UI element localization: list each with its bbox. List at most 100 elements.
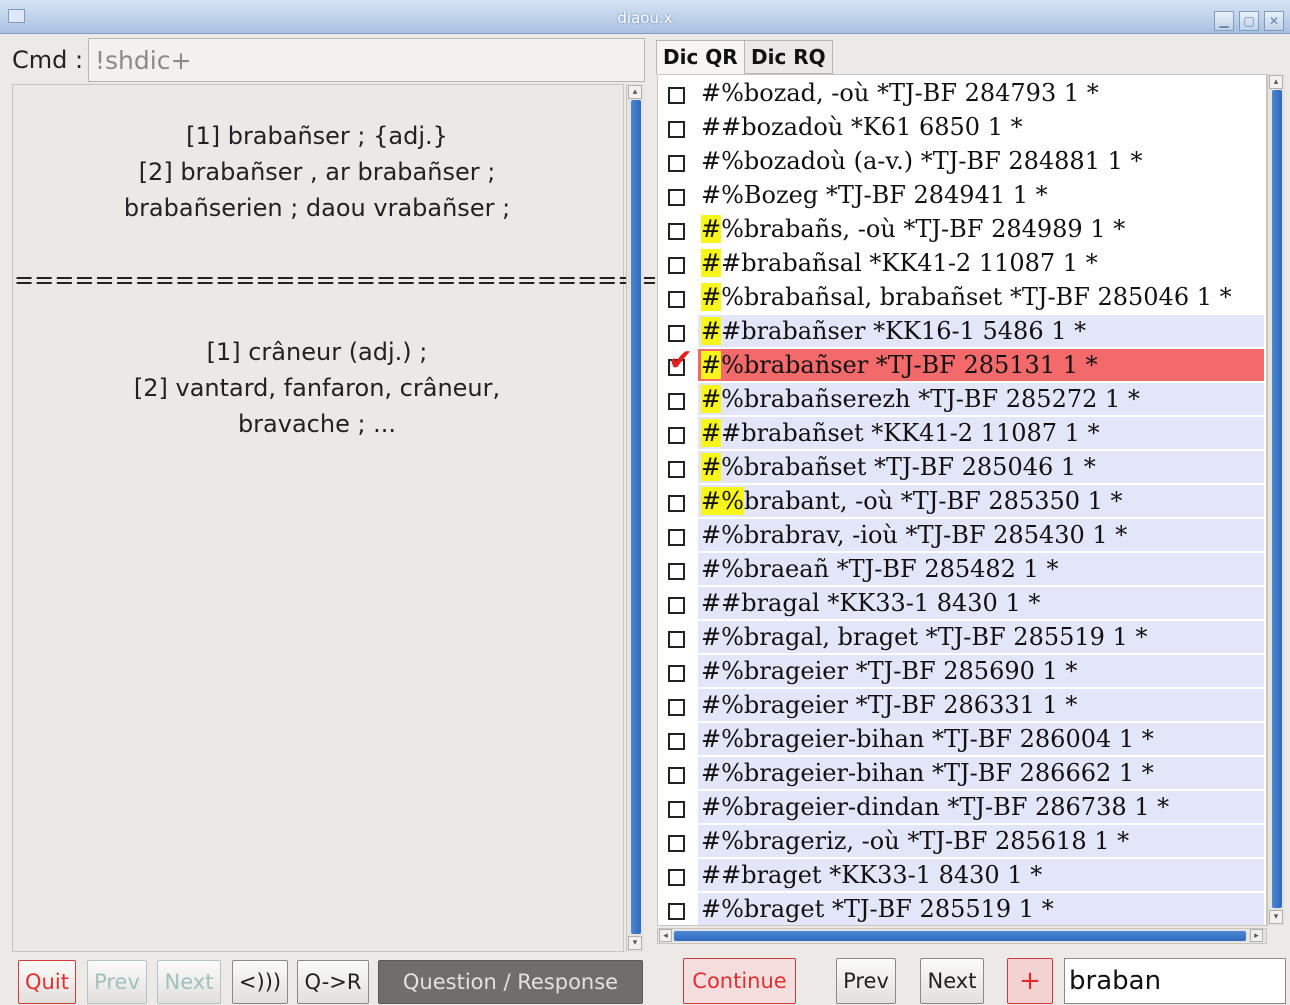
continue-button[interactable]: Continue bbox=[683, 958, 796, 1004]
list-item[interactable]: ✔ #%brabañser *TJ-BF 285131 1 * bbox=[658, 343, 1264, 381]
row-checkbox[interactable] bbox=[668, 189, 685, 206]
prev-button-left[interactable]: Prev bbox=[87, 960, 147, 1004]
list-item[interactable]: #%braeañ *TJ-BF 285482 1 * bbox=[658, 553, 1264, 585]
list-item[interactable]: #%bozad, -où *TJ-BF 284793 1 * bbox=[658, 77, 1264, 109]
row-checkbox[interactable] bbox=[668, 461, 685, 478]
row-checkbox[interactable] bbox=[668, 121, 685, 138]
scroll-thumb[interactable] bbox=[631, 100, 641, 934]
tab-dic-qr[interactable]: Dic QR bbox=[656, 40, 745, 74]
list-item[interactable]: #%brabañs, -où *TJ-BF 284989 1 * bbox=[658, 213, 1264, 245]
row-checkbox[interactable] bbox=[668, 325, 685, 342]
scroll-left-icon[interactable]: ◂ bbox=[659, 929, 672, 942]
row-checkbox[interactable] bbox=[668, 835, 685, 852]
row-text: ##bozadoù *K61 6850 1 * bbox=[701, 113, 1023, 141]
row-checkbox[interactable] bbox=[668, 665, 685, 682]
row-text: #%braget *TJ-BF 285519 1 * bbox=[701, 895, 1054, 923]
row-checkbox[interactable] bbox=[668, 699, 685, 716]
definition-line: brabañserien ; daou vrabañser ; bbox=[123, 194, 511, 222]
audio-button[interactable]: <))) bbox=[232, 960, 288, 1004]
row-text: #%brabañset *TJ-BF 285046 1 * bbox=[701, 453, 1096, 481]
list-item[interactable]: ##brabañser *KK16-1 5486 1 * bbox=[658, 315, 1264, 347]
row-checkbox[interactable] bbox=[668, 155, 685, 172]
row-checkbox[interactable] bbox=[668, 223, 685, 240]
definition-line: [2] brabañser , ar brabañser ; bbox=[138, 158, 496, 186]
list-item[interactable]: #%bragal, braget *TJ-BF 285519 1 * bbox=[658, 621, 1264, 653]
list-item[interactable]: #%brageier *TJ-BF 285690 1 * bbox=[658, 655, 1264, 687]
definition-text: [1] brabañser ; {adj.} [2] brabañser , a… bbox=[14, 118, 658, 442]
row-checkbox[interactable] bbox=[668, 903, 685, 920]
separator-line: ================================ bbox=[14, 266, 658, 294]
close-icon[interactable]: ✕ bbox=[1264, 11, 1284, 31]
title-bar: diaou.x ▁ ▢ ✕ bbox=[0, 0, 1290, 34]
row-text: #%brabañs, -où *TJ-BF 284989 1 * bbox=[701, 215, 1126, 243]
row-checkbox[interactable] bbox=[668, 869, 685, 886]
list-item[interactable]: #%brageier *TJ-BF 286331 1 * bbox=[658, 689, 1264, 721]
next-button-left[interactable]: Next bbox=[157, 960, 221, 1004]
list-item[interactable]: #%brageier-bihan *TJ-BF 286004 1 * bbox=[658, 723, 1264, 755]
row-checkbox[interactable] bbox=[668, 257, 685, 274]
right-scrollbar[interactable]: ▴ ▾ bbox=[1267, 74, 1285, 926]
question-response-button[interactable]: Question / Response bbox=[378, 960, 643, 1004]
list-item[interactable]: #%Bozeg *TJ-BF 284941 1 * bbox=[658, 179, 1264, 211]
entry-list: #%bozad, -où *TJ-BF 284793 1 * ##bozadoù … bbox=[657, 74, 1267, 926]
row-text: #%brabañserezh *TJ-BF 285272 1 * bbox=[701, 385, 1140, 413]
row-text: #%brageier-dindan *TJ-BF 286738 1 * bbox=[701, 793, 1170, 821]
add-button[interactable]: + bbox=[1007, 958, 1053, 1004]
list-item[interactable]: #%brageier-bihan *TJ-BF 286662 1 * bbox=[658, 757, 1264, 789]
minimize-icon[interactable]: ▁ bbox=[1214, 11, 1234, 31]
list-item[interactable]: #%brabañset *TJ-BF 285046 1 * bbox=[658, 451, 1264, 483]
list-item[interactable]: ##bozadoù *K61 6850 1 * bbox=[658, 111, 1264, 143]
cmd-input[interactable] bbox=[88, 38, 645, 82]
scroll-up-icon[interactable]: ▴ bbox=[1269, 75, 1283, 89]
next-button-right[interactable]: Next bbox=[920, 958, 984, 1004]
row-text: ##braget *KK33-1 8430 1 * bbox=[701, 861, 1043, 889]
row-text: #%brabañsal, brabañset *TJ-BF 285046 1 * bbox=[701, 283, 1232, 311]
list-item[interactable]: #%brageriz, -où *TJ-BF 285618 1 * bbox=[658, 825, 1264, 857]
row-checkbox[interactable] bbox=[668, 529, 685, 546]
scroll-down-icon[interactable]: ▾ bbox=[1269, 910, 1283, 924]
quit-button[interactable]: Quit bbox=[18, 960, 76, 1004]
list-item[interactable]: ##bragal *KK33-1 8430 1 * bbox=[658, 587, 1264, 619]
row-text: #%braeañ *TJ-BF 285482 1 * bbox=[701, 555, 1059, 583]
list-item[interactable]: #%brabant, -où *TJ-BF 285350 1 * bbox=[658, 485, 1264, 517]
tab-dic-rq[interactable]: Dic RQ bbox=[744, 40, 833, 74]
row-checkbox[interactable] bbox=[668, 563, 685, 580]
list-item[interactable]: ##brabañset *KK41-2 11087 1 * bbox=[658, 417, 1264, 449]
row-checkbox[interactable] bbox=[668, 733, 685, 750]
scroll-down-icon[interactable]: ▾ bbox=[628, 936, 642, 950]
row-checkbox[interactable] bbox=[668, 767, 685, 784]
row-text: #%brageier-bihan *TJ-BF 286004 1 * bbox=[701, 725, 1154, 753]
row-checkbox[interactable] bbox=[668, 801, 685, 818]
row-checkbox[interactable] bbox=[668, 597, 685, 614]
row-checkbox[interactable] bbox=[668, 87, 685, 104]
list-item[interactable]: #%brabañserezh *TJ-BF 285272 1 * bbox=[658, 383, 1264, 415]
list-hscrollbar[interactable]: ◂ ▸ bbox=[657, 928, 1267, 944]
list-item[interactable]: #%brageier-dindan *TJ-BF 286738 1 * bbox=[658, 791, 1264, 823]
row-text: ##bragal *KK33-1 8430 1 * bbox=[701, 589, 1041, 617]
row-checkbox[interactable] bbox=[668, 291, 685, 308]
row-text: #%brageriz, -où *TJ-BF 285618 1 * bbox=[701, 827, 1130, 855]
row-checkbox[interactable] bbox=[668, 393, 685, 410]
row-text: #%bozadoù (a-v.) *TJ-BF 284881 1 * bbox=[701, 147, 1143, 175]
list-item[interactable]: ##brabañsal *KK41-2 11087 1 * bbox=[658, 247, 1264, 279]
search-input[interactable] bbox=[1064, 958, 1286, 1004]
maximize-icon[interactable]: ▢ bbox=[1239, 11, 1259, 31]
definition-line: [1] crâneur (adj.) ; bbox=[206, 338, 428, 366]
list-item[interactable]: #%braget *TJ-BF 285519 1 * bbox=[658, 893, 1264, 925]
scroll-thumb[interactable] bbox=[1272, 90, 1282, 908]
q-to-r-button[interactable]: Q->R bbox=[297, 960, 369, 1004]
hscroll-thumb[interactable] bbox=[674, 931, 1246, 941]
scroll-up-icon[interactable]: ▴ bbox=[628, 85, 642, 99]
list-item[interactable]: #%bozadoù (a-v.) *TJ-BF 284881 1 * bbox=[658, 145, 1264, 177]
list-item[interactable]: ##braget *KK33-1 8430 1 * bbox=[658, 859, 1264, 891]
row-checkbox[interactable] bbox=[668, 631, 685, 648]
row-checkbox[interactable] bbox=[668, 495, 685, 512]
row-checkbox[interactable] bbox=[668, 427, 685, 444]
list-item[interactable]: #%brabañsal, brabañset *TJ-BF 285046 1 * bbox=[658, 281, 1264, 313]
scroll-right-icon[interactable]: ▸ bbox=[1250, 929, 1263, 942]
definition-line: [2] vantard, fanfaron, crâneur, bbox=[133, 374, 501, 402]
row-text: #%brageier *TJ-BF 286331 1 * bbox=[701, 691, 1078, 719]
prev-button-right[interactable]: Prev bbox=[836, 958, 896, 1004]
list-item[interactable]: #%brabrav, -ioù *TJ-BF 285430 1 * bbox=[658, 519, 1264, 551]
left-scrollbar[interactable]: ▴ ▾ bbox=[626, 84, 644, 952]
